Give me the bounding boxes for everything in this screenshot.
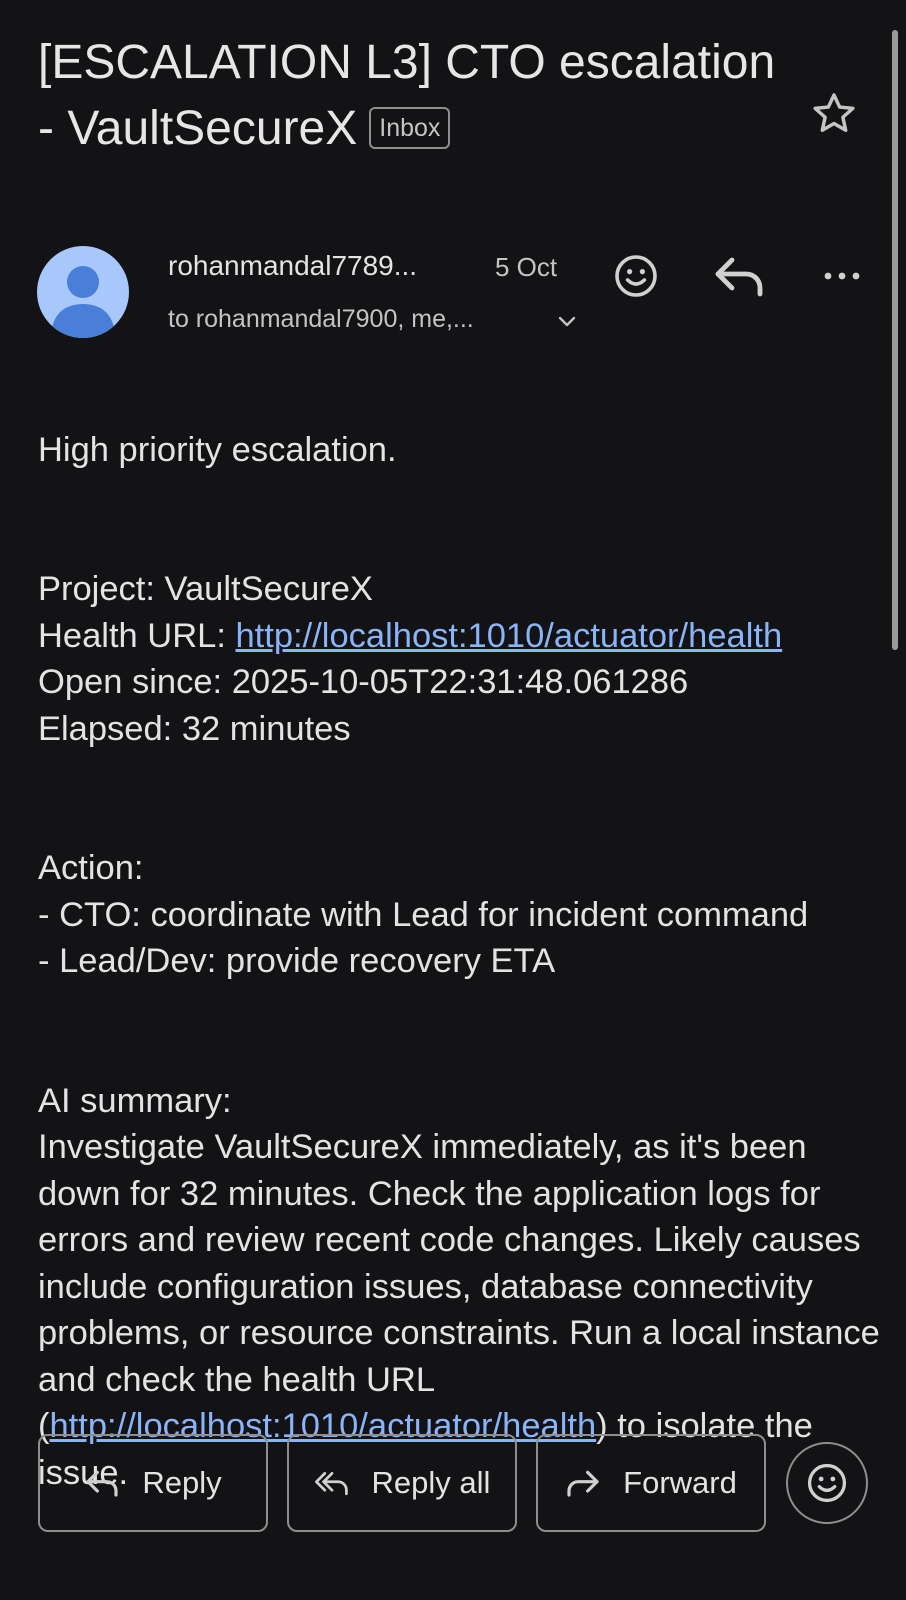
add-reaction-button[interactable] <box>786 1442 868 1524</box>
forward-button[interactable]: Forward <box>536 1434 766 1532</box>
scrollbar[interactable] <box>892 30 898 650</box>
reply-all-button[interactable]: Reply all <box>287 1434 517 1532</box>
email-date: 5 Oct <box>495 252 558 282</box>
open-since-line: Open since: 2025-10-05T22:31:48.061286 <box>38 663 689 701</box>
forward-arrow-icon <box>567 1470 599 1497</box>
reply-all-icon <box>314 1472 348 1496</box>
reply-arrow-icon[interactable] <box>712 254 766 298</box>
reply-arrow-icon <box>86 1470 118 1497</box>
body-actions: Action: - CTO: coordinate with Lead for … <box>38 845 883 985</box>
health-url-link[interactable]: http://localhost:1010/actuator/health <box>236 617 783 655</box>
action-item: - CTO: coordinate with Lead for incident… <box>38 895 809 934</box>
sender-name[interactable]: rohanmandal7789... <box>168 250 417 282</box>
reply-button[interactable]: Reply <box>38 1434 268 1532</box>
email-body: High priority escalation. Project: Vault… <box>38 380 883 1543</box>
reply-all-button-label: Reply all <box>371 1465 491 1500</box>
star-icon[interactable] <box>808 88 860 140</box>
more-horizontal-icon[interactable] <box>818 256 866 296</box>
chevron-down-icon[interactable] <box>555 312 579 332</box>
action-heading: Action: <box>38 849 144 887</box>
inbox-label-badge[interactable]: Inbox <box>369 107 451 149</box>
sender-avatar[interactable] <box>37 246 129 338</box>
reply-button-label: Reply <box>142 1465 222 1500</box>
health-label: Health URL: <box>38 616 236 655</box>
summary-text: Investigate VaultSecureX immediately, as… <box>38 1128 880 1445</box>
email-subject: [ESCALATION L3] CTO escalation - VaultSe… <box>38 30 798 162</box>
summary-heading: AI summary: <box>38 1081 232 1120</box>
body-details: Project: VaultSecureX Health URL: http:/… <box>38 566 883 752</box>
emoji-smile-icon <box>807 1463 847 1503</box>
recipients-summary[interactable]: to rohanmandal7900, me,... <box>168 305 474 334</box>
elapsed-line: Elapsed: 32 minutes <box>38 709 351 748</box>
project-line: Project: VaultSecureX <box>38 570 373 608</box>
action-item: - Lead/Dev: provide recovery ETA <box>38 942 556 980</box>
person-avatar-icon <box>51 266 115 338</box>
emoji-smile-icon[interactable] <box>612 252 660 300</box>
body-intro: High priority escalation. <box>38 430 397 469</box>
forward-button-label: Forward <box>623 1465 737 1500</box>
